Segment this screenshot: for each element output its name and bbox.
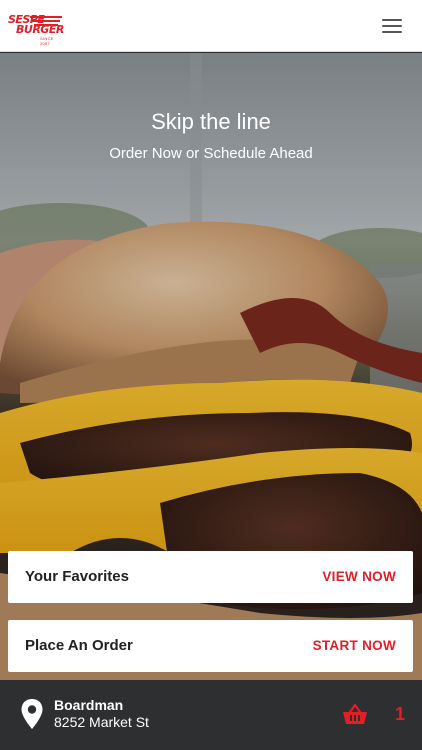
hamburger-menu-icon[interactable] [382,16,404,36]
your-favorites-card[interactable]: Your Favorites VIEW NOW [8,551,413,603]
shopping-basket-icon[interactable] [342,702,368,726]
hero-title: Skip the line [151,109,271,134]
location-address[interactable]: 8252 Market St [54,714,149,730]
view-now-button[interactable]: VIEW NOW [322,569,396,584]
location-footer: Boardman 8252 Market St 1 [0,680,422,750]
card-title: Your Favorites [25,568,129,585]
start-now-button[interactable]: START NOW [313,638,396,653]
cart-count-badge[interactable]: 1 [395,704,405,725]
sespe-burger-logo[interactable]: SESPE BURGER SINCE 2007 [8,11,64,46]
hero-subtitle: Order Now or Schedule Ahead [109,145,313,162]
card-title: Place An Order [25,637,133,654]
place-order-card[interactable]: Place An Order START NOW [8,620,413,672]
map-pin-icon[interactable] [20,698,44,730]
location-name[interactable]: Boardman [54,697,123,713]
app-header: SESPE BURGER SINCE 2007 [0,0,422,52]
